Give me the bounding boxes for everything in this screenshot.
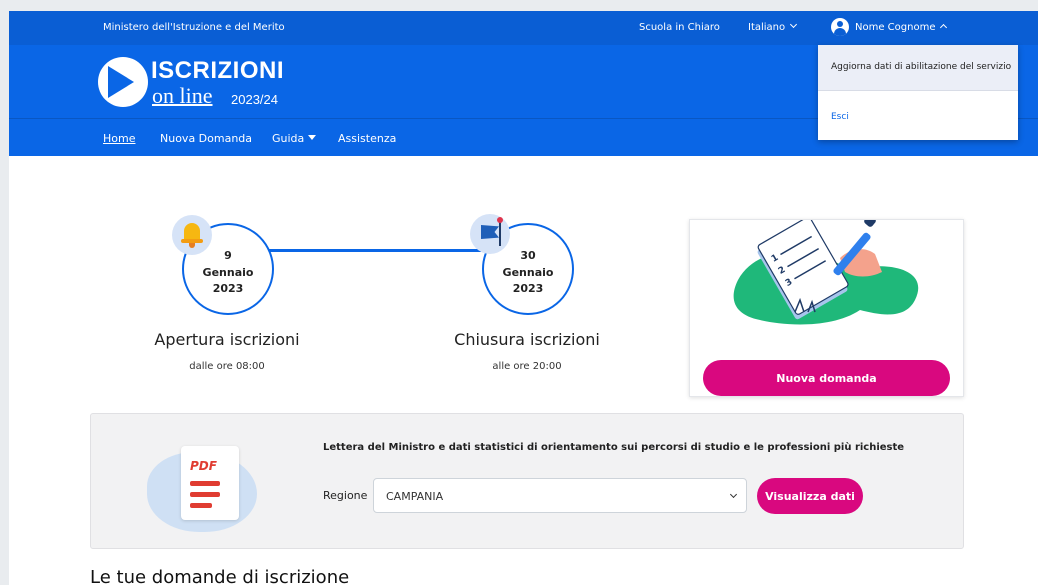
user-menu-toggle[interactable]: Nome Cognome: [855, 22, 948, 33]
language-selector[interactable]: Italiano: [748, 20, 798, 33]
close-month: Gennaio: [502, 266, 554, 279]
caret-down-icon: [308, 135, 317, 140]
view-data-button[interactable]: Visualizza dati: [757, 478, 863, 514]
menu-item-esci[interactable]: Esci: [831, 112, 849, 122]
nav-home[interactable]: Home: [103, 132, 135, 145]
stats-panel: PDF Lettera del Ministro e dati statisti…: [90, 413, 964, 549]
bell-icon: [172, 215, 212, 255]
nav-assistenza[interactable]: Assistenza: [338, 132, 396, 145]
user-avatar-icon[interactable]: [831, 18, 849, 36]
scuola-in-chiaro-link[interactable]: Scuola in Chiaro: [639, 22, 720, 33]
logo-subtitle: on line: [152, 83, 213, 108]
pdf-label: PDF: [190, 459, 217, 473]
open-month: Gennaio: [202, 266, 254, 279]
nav-guida[interactable]: Guida: [272, 132, 317, 145]
close-title: Chiusura iscrizioni: [454, 330, 600, 349]
ministry-link[interactable]: Ministero dell'Istruzione e del Merito: [103, 22, 285, 33]
user-name: Nome Cognome: [855, 22, 936, 33]
logo-icon[interactable]: [98, 57, 148, 107]
nav-guida-label: Guida: [272, 132, 305, 145]
open-year: 2023: [212, 282, 244, 295]
region-select-value: CAMPANIA: [386, 490, 444, 503]
page: Ministero dell'Istruzione e del Merito S…: [9, 11, 1038, 585]
section-title: Le tue domande di iscrizione: [90, 567, 350, 585]
top-bar: Ministero dell'Istruzione e del Merito S…: [9, 11, 1038, 45]
user-dropdown-menu: Aggiorna dati di abilitazione del serviz…: [818, 45, 1018, 140]
menu-item-aggiorna[interactable]: Aggiorna dati di abilitazione del serviz…: [818, 45, 1018, 91]
region-select[interactable]: CAMPANIA: [373, 478, 747, 513]
open-title: Apertura iscrizioni: [154, 330, 300, 349]
open-subtitle: dalle ore 08:00: [189, 361, 265, 372]
logo-year: 2023/24: [231, 92, 278, 107]
application-illustration: 1 2 3: [733, 215, 919, 325]
chevron-down-icon: [729, 490, 738, 499]
new-application-card: 1 2 3 Nuova domanda: [689, 215, 964, 397]
nav-nuova-domanda[interactable]: Nuova Domanda: [160, 132, 252, 145]
flag-icon: [470, 214, 510, 254]
chevron-up-icon: [940, 23, 948, 32]
language-label: Italiano: [748, 22, 786, 33]
close-subtitle: alle ore 20:00: [492, 361, 562, 372]
new-application-button[interactable]: Nuova domanda: [703, 360, 950, 396]
pdf-icon: PDF: [181, 446, 239, 520]
chevron-down-icon: [790, 20, 798, 29]
stats-description: Lettera del Ministro e dati statistici d…: [323, 442, 905, 453]
timeline-connector: [269, 249, 481, 252]
logo-title: ISCRIZIONI: [151, 57, 285, 84]
region-label: Regione: [323, 489, 368, 502]
close-year: 2023: [512, 282, 544, 295]
